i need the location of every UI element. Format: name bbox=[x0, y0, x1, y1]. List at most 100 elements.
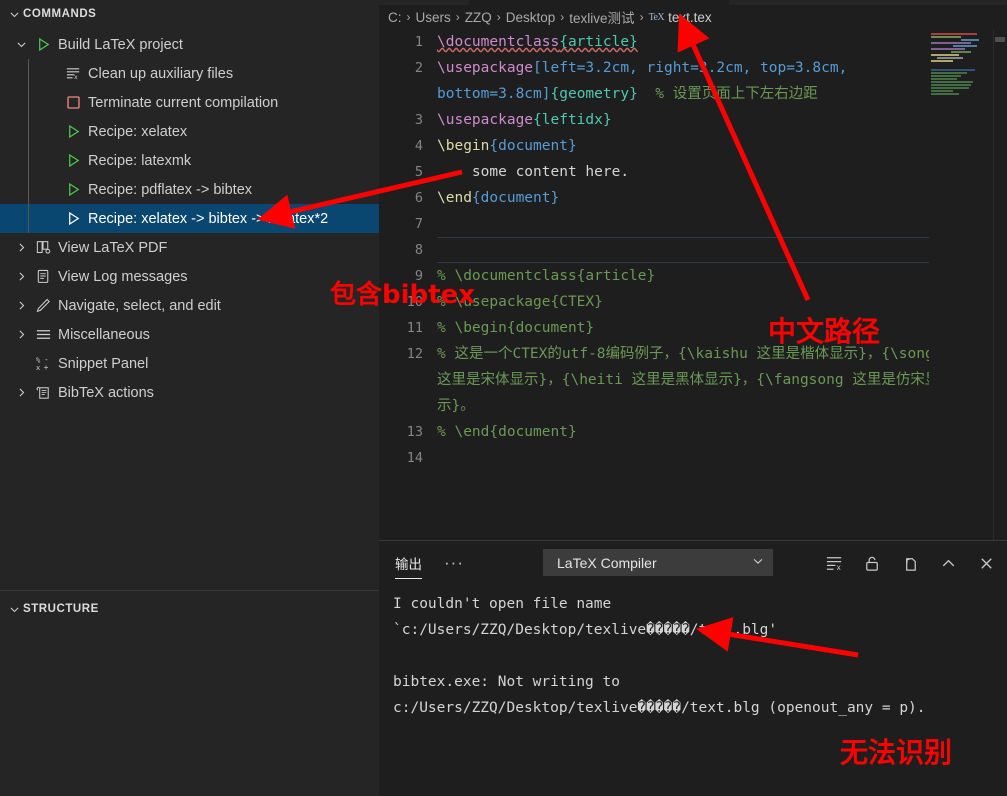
log-note-icon bbox=[30, 268, 56, 285]
minimap-line bbox=[931, 93, 959, 95]
tok-end: \end bbox=[437, 190, 472, 206]
tab-output[interactable]: 输出 bbox=[395, 541, 422, 585]
sidebar-item-clean-up-auxiliary-files[interactable]: x Clean up auxiliary files bbox=[0, 59, 379, 88]
code-line-13: 13 % \end{document} bbox=[379, 419, 1007, 445]
minimap-line bbox=[931, 87, 969, 89]
sidebar-divider bbox=[0, 590, 379, 591]
close-icon[interactable] bbox=[975, 552, 997, 574]
output-channel-label: LaTeX Compiler bbox=[557, 554, 657, 571]
annotation-note-2: 无法识别 bbox=[840, 736, 953, 769]
clear-output-icon[interactable]: x bbox=[823, 552, 845, 574]
line-source[interactable]: \documentclass{article} bbox=[437, 29, 1007, 55]
minimap[interactable] bbox=[929, 29, 991, 540]
breadcrumb-separator: › bbox=[406, 10, 411, 24]
tok-usepackage: \usepackage bbox=[437, 60, 534, 76]
code-line-2: 2 \usepackage[left=3.2cm, right=3.2cm, t… bbox=[379, 55, 1007, 107]
tok-document: {document} bbox=[471, 190, 560, 206]
line-source[interactable]: \usepackage{leftidx} bbox=[437, 107, 1007, 133]
chevron-up-icon[interactable] bbox=[937, 552, 959, 574]
tok-documentclass: \documentclass bbox=[437, 34, 560, 50]
breadcrumb-item-file[interactable]: text.tex bbox=[668, 10, 712, 25]
line-number: 7 bbox=[414, 216, 423, 232]
play-white-icon bbox=[60, 210, 86, 227]
symbols-icon: % - x + bbox=[30, 355, 56, 372]
editor-scrollbar[interactable] bbox=[993, 29, 1007, 540]
minimap-line bbox=[931, 42, 971, 44]
line-source[interactable]: % \end{document} bbox=[437, 419, 1007, 445]
indent-guide bbox=[28, 117, 29, 146]
line-source[interactable]: \end{document} bbox=[437, 185, 1007, 211]
line-number: 6 bbox=[414, 190, 423, 206]
breadcrumb-item-4[interactable]: texlive测试 bbox=[569, 7, 634, 27]
sidebar-item-bibtex-actions[interactable]: BibTeX actions bbox=[0, 378, 379, 407]
tok-document: {document} bbox=[489, 138, 577, 154]
structure-section-header[interactable]: STRUCTURE bbox=[0, 595, 379, 623]
minimap-line bbox=[931, 78, 957, 80]
commands-section-header[interactable]: COMMANDS bbox=[0, 0, 379, 28]
sidebar-item-miscellaneous[interactable]: Miscellaneous bbox=[0, 320, 379, 349]
sidebar-item-view-latex-pdf[interactable]: View LaTeX PDF bbox=[0, 233, 379, 262]
code-line-5: 5 some content here. bbox=[379, 159, 1007, 185]
svg-text:x: x bbox=[836, 563, 841, 572]
sidebar-item-navigate-select-and-edit[interactable]: Navigate, select, and edit bbox=[0, 291, 379, 320]
chevron-right-icon[interactable] bbox=[12, 386, 30, 399]
play-icon bbox=[30, 36, 56, 53]
chevron-right-icon[interactable] bbox=[12, 299, 30, 312]
chevron-down-icon bbox=[751, 554, 765, 571]
breadcrumb[interactable]: C: › Users › ZZQ › Desktop › texlive测试 ›… bbox=[379, 5, 1007, 29]
sidebar-item-terminate-current-compilation[interactable]: Terminate current compilation bbox=[0, 88, 379, 117]
line-source[interactable]: \begin{document} bbox=[437, 133, 1007, 159]
editor-scrollbar-thumb[interactable] bbox=[995, 37, 1005, 42]
minimap-line bbox=[931, 54, 959, 56]
sidebar-item-recipe-xelatex[interactable]: Recipe: xelatex bbox=[0, 117, 379, 146]
sidebar-item-view-log-messages[interactable]: View Log messages bbox=[0, 262, 379, 291]
play-icon bbox=[60, 181, 86, 198]
code-line-6: 6 \end{document} bbox=[379, 185, 1007, 211]
indent-guide bbox=[28, 59, 29, 88]
line-number: 14 bbox=[406, 450, 423, 466]
chevron-right-icon[interactable] bbox=[12, 270, 30, 283]
breadcrumb-item-1[interactable]: Users bbox=[416, 10, 451, 25]
line-source[interactable]: % \documentclass{article} bbox=[437, 263, 1007, 289]
line-number: 5 bbox=[414, 164, 423, 180]
minimap-line bbox=[931, 60, 953, 62]
panel-actions: x bbox=[823, 541, 997, 585]
line-source[interactable]: \usepackage[left=3.2cm, right=3.2cm, top… bbox=[437, 55, 1007, 107]
chevron-down-icon[interactable] bbox=[12, 38, 30, 51]
chevron-right-icon[interactable] bbox=[12, 328, 30, 341]
play-icon bbox=[60, 123, 86, 140]
open-in-editor-icon[interactable] bbox=[899, 552, 921, 574]
minimap-line bbox=[937, 57, 963, 59]
breadcrumb-separator: › bbox=[560, 10, 565, 24]
line-number: 8 bbox=[414, 242, 423, 258]
panel-more-button[interactable]: ··· bbox=[444, 541, 464, 585]
unlock-scroll-icon[interactable] bbox=[861, 552, 883, 574]
line-source[interactable]: % \usepackage{CTEX} bbox=[437, 289, 1007, 315]
sidebar-item-build-latex-project[interactable]: Build LaTeX project bbox=[0, 30, 379, 59]
commands-list: Build LaTeX project x Clean up auxiliary f… bbox=[0, 28, 379, 407]
line-source[interactable]: some content here. bbox=[437, 159, 1007, 185]
indent-guide bbox=[28, 88, 29, 117]
minimap-line bbox=[951, 51, 971, 53]
sidebar-item-recipe-latexmk[interactable]: Recipe: latexmk bbox=[0, 146, 379, 175]
breadcrumb-item-3[interactable]: Desktop bbox=[506, 10, 556, 25]
sidebar-item-snippet-panel[interactable]: % - x + Snippet Panel bbox=[0, 349, 379, 378]
line-number: 3 bbox=[414, 112, 423, 128]
tab-output-label: 输出 bbox=[395, 557, 422, 572]
output-channel-select[interactable]: LaTeX Compiler bbox=[543, 549, 773, 576]
sidebar-item-recipe-xelatex-bibtex-xelatex-2[interactable]: Recipe: xelatex -> bibtex -> xelatex*2 bbox=[0, 204, 379, 233]
line-source[interactable]: % 这是一个CTEX的utf-8编码例子，{\kaishu 这里是楷体显示}，{… bbox=[437, 341, 1007, 419]
breadcrumb-item-0[interactable]: C: bbox=[388, 10, 402, 25]
breadcrumb-separator: › bbox=[496, 10, 501, 24]
pencil-icon bbox=[30, 297, 56, 314]
tok-comment: % 设置页面上下左右边距 bbox=[637, 86, 818, 102]
sidebar-item-label: Recipe: xelatex -> bibtex -> xelatex*2 bbox=[88, 210, 329, 227]
breadcrumb-item-2[interactable]: ZZQ bbox=[465, 10, 492, 25]
line-source[interactable]: % \begin{document} bbox=[437, 315, 1007, 341]
chevron-right-icon[interactable] bbox=[12, 241, 30, 254]
tok-begin: \begin bbox=[437, 138, 490, 154]
clear-lines-icon: x bbox=[60, 65, 86, 82]
panel-scrollbar[interactable] bbox=[995, 585, 1007, 796]
annotation-note-0: 包含bibtex bbox=[330, 280, 475, 310]
sidebar-item-recipe-pdflatex-bibtex[interactable]: Recipe: pdflatex -> bibtex bbox=[0, 175, 379, 204]
